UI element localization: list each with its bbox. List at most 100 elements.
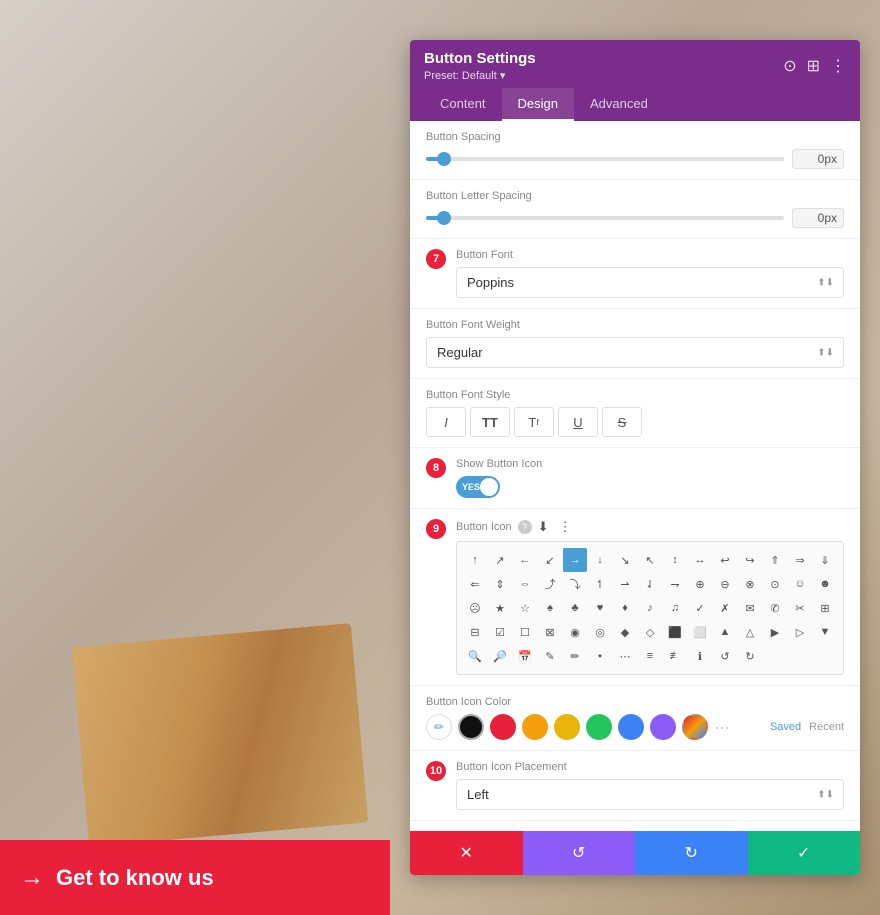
icon-times[interactable]: ✗ (713, 596, 737, 620)
icon-minus-sq[interactable]: ⊟ (463, 620, 487, 644)
panel-preset[interactable]: Preset: Default ▾ (424, 69, 536, 82)
icon-dot-circle[interactable]: ⊙ (763, 572, 787, 596)
color-swatch-purple[interactable] (650, 714, 676, 740)
tab-design[interactable]: Design (502, 88, 574, 121)
capitalize-button[interactable]: Tr (514, 407, 554, 437)
icon-refresh-ccw[interactable]: ↺ (713, 644, 737, 668)
icon-diamond-fill[interactable]: ◆ (613, 620, 637, 644)
redo-button[interactable]: ↻ (635, 831, 748, 875)
icon-up-right[interactable]: ⤴ (538, 572, 562, 596)
icon-left-hook[interactable]: ⇁ (663, 572, 687, 596)
reset-button[interactable]: ↺ (523, 831, 636, 875)
responsive-icon[interactable]: ⊙ (783, 56, 796, 76)
icon-frown[interactable]: ☹ (463, 596, 487, 620)
icon-times-circle[interactable]: ⊗ (738, 572, 762, 596)
button-font-weight-select[interactable]: Regular (426, 337, 844, 368)
icon-minus-circle[interactable]: ⊖ (713, 572, 737, 596)
icon-checkbox-x[interactable]: ⊠ (538, 620, 562, 644)
icon-radio[interactable]: ◉ (563, 620, 587, 644)
icon-tri-right[interactable]: ▷ (788, 620, 812, 644)
icon-star[interactable]: ☆ (513, 596, 537, 620)
icon-plus-circle[interactable]: ⊕ (688, 572, 712, 596)
icon-up-hook[interactable]: ↿ (588, 572, 612, 596)
icon-return-left[interactable]: ↩ (713, 548, 737, 572)
icon-diamond-outline[interactable]: ◇ (638, 620, 662, 644)
icon-scissors[interactable]: ✂ (788, 596, 812, 620)
show-icon-toggle[interactable]: YES (456, 476, 500, 498)
icon-tag[interactable]: ⬩ (588, 644, 612, 668)
icon-envelope[interactable]: ✉ (738, 596, 762, 620)
icon-square-fill[interactable]: ⬛ (663, 620, 687, 644)
color-swatch-green[interactable] (586, 714, 612, 740)
cancel-button[interactable]: ✕ (410, 831, 523, 875)
icon-circle[interactable]: ◎ (588, 620, 612, 644)
icon-swap[interactable]: ⇔ (513, 572, 537, 596)
icon-tri-right-fill[interactable]: ▶ (763, 620, 787, 644)
icon-dbl-left[interactable]: ⇐ (463, 572, 487, 596)
icon-return-right[interactable]: ↪ (738, 548, 762, 572)
icon-note[interactable]: ♪ (638, 596, 662, 620)
icon-diamond[interactable]: ♦ (613, 596, 637, 620)
color-swatch-orange[interactable] (522, 714, 548, 740)
strikethrough-button[interactable]: S (602, 407, 642, 437)
icon-ellipsis[interactable]: ⋯ (613, 644, 637, 668)
icon-square-outline[interactable]: ⬜ (688, 620, 712, 644)
icon-neq[interactable]: ≢ (663, 644, 687, 668)
icon-dbl-up[interactable]: ⇑ (763, 548, 787, 572)
icon-dbl-right[interactable]: ⇒ (788, 548, 812, 572)
icon-dbl-down[interactable]: ⇓ (813, 548, 837, 572)
recent-tab[interactable]: Recent (809, 721, 844, 733)
icon-arrow-ud[interactable]: ↕ (663, 548, 687, 572)
button-letter-spacing-track[interactable] (426, 216, 784, 220)
icon-pencil[interactable]: ✏ (563, 644, 587, 668)
icon-arrow-lr[interactable]: ↔ (688, 548, 712, 572)
italic-button[interactable]: I (426, 407, 466, 437)
color-swatch-black[interactable] (458, 714, 484, 740)
icon-club[interactable]: ♣ (563, 596, 587, 620)
icon-arrow-nw[interactable]: ↖ (638, 548, 662, 572)
icon-down-right[interactable]: ⤵ (563, 572, 587, 596)
icon-down-hook[interactable]: ⇃ (638, 572, 662, 596)
button-letter-spacing-thumb[interactable] (437, 211, 451, 225)
icon-arrow-right[interactable]: → (563, 548, 587, 572)
icon-arrow-down[interactable]: ↓ (588, 548, 612, 572)
icon-tri-up[interactable]: △ (738, 620, 762, 644)
icon-checkbox[interactable]: ☐ (513, 620, 537, 644)
icon-spade[interactable]: ♠ (538, 596, 562, 620)
button-spacing-track[interactable] (426, 157, 784, 161)
icon-move[interactable]: ⇕ (488, 572, 512, 596)
icon-plus-sq[interactable]: ⊞ (813, 596, 837, 620)
underline-button[interactable]: U (558, 407, 598, 437)
more-icon[interactable]: ⋮ (830, 56, 846, 76)
tab-content[interactable]: Content (424, 88, 502, 121)
tab-advanced[interactable]: Advanced (574, 88, 664, 121)
icon-info[interactable]: ℹ (688, 644, 712, 668)
button-spacing-thumb[interactable] (437, 152, 451, 166)
icon-smile[interactable]: ☺ (788, 572, 812, 596)
layout-icon[interactable]: ⊞ (807, 56, 820, 76)
color-swatch-gradient[interactable] (682, 714, 708, 740)
icon-notes[interactable]: ♫ (663, 596, 687, 620)
button-spacing-value[interactable]: 0px (792, 149, 844, 169)
icon-magnify[interactable]: 🔍 (463, 644, 487, 668)
icon-star-fill[interactable]: ★ (488, 596, 512, 620)
icon-arrow-left[interactable]: ← (513, 548, 537, 572)
icon-smile-fill[interactable]: ☻ (813, 572, 837, 596)
icon-edit[interactable]: ✎ (538, 644, 562, 668)
icon-arrow-ne[interactable]: ↗ (488, 548, 512, 572)
icon-preview[interactable]: ⬇ (538, 519, 549, 535)
save-button[interactable]: ✓ (748, 831, 861, 875)
icon-magnify-2[interactable]: 🔎 (488, 644, 512, 668)
icon-refresh-cw[interactable]: ↻ (738, 644, 762, 668)
uppercase-button[interactable]: TT (470, 407, 510, 437)
icon-calendar[interactable]: 📅 (513, 644, 537, 668)
color-swatch-yellow[interactable] (554, 714, 580, 740)
color-swatch-red[interactable] (490, 714, 516, 740)
icon-tri-up-fill[interactable]: ▲ (713, 620, 737, 644)
icon-check[interactable]: ✓ (688, 596, 712, 620)
icon-right-hook[interactable]: ⇀ (613, 572, 637, 596)
color-swatch-blue[interactable] (618, 714, 644, 740)
icon-tri-down-fill[interactable]: ▼ (813, 620, 837, 644)
icon-equiv[interactable]: ≡ (638, 644, 662, 668)
color-more-button[interactable]: ··· (714, 717, 729, 738)
